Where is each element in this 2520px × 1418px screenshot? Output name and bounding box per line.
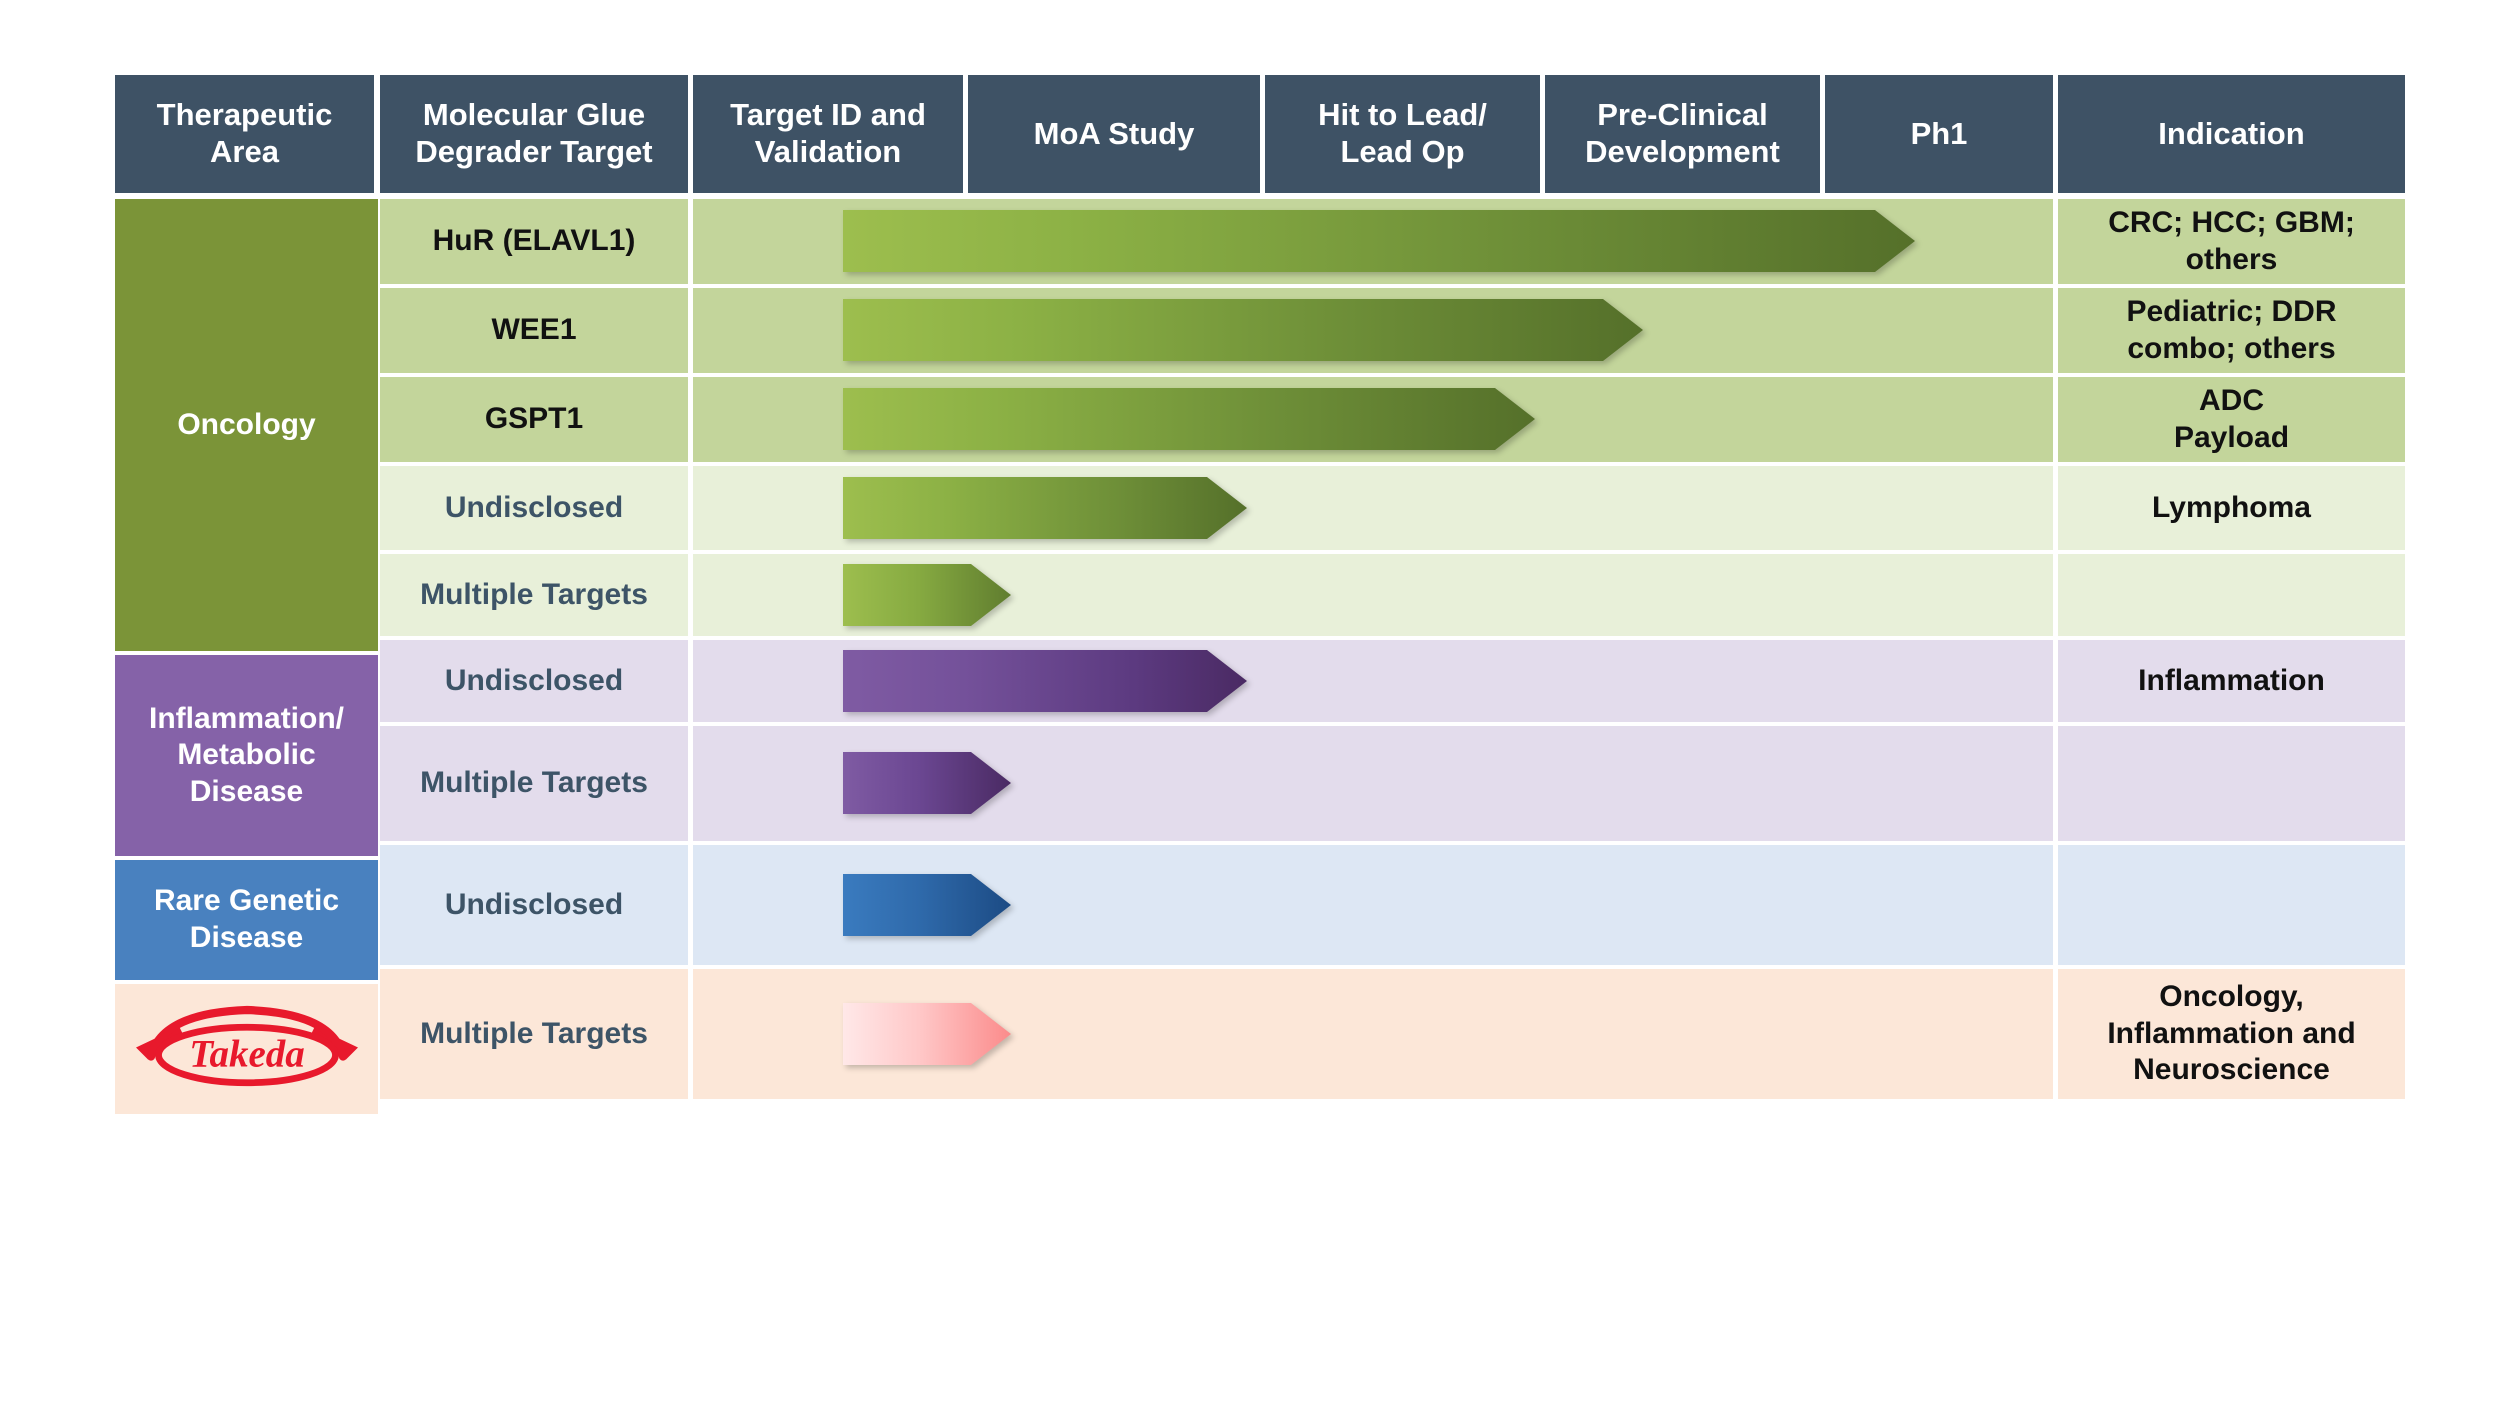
target-label: WEE1 — [491, 313, 577, 347]
header-line: Therapeutic — [156, 97, 333, 133]
indication-cell: ADC Payload — [2058, 377, 2405, 462]
progress-bar — [843, 874, 1011, 936]
progress-bar-container — [693, 726, 2053, 841]
header-line: Pre-Clinical — [1597, 97, 1768, 133]
target-label: Undisclosed — [444, 490, 624, 524]
header-line: Degrader Target — [415, 134, 653, 169]
progress-bar-container — [693, 640, 2053, 722]
stage-track-cell — [693, 726, 2053, 841]
header-line: Target ID and — [730, 97, 926, 133]
indication-cell — [2058, 554, 2405, 636]
progress-bar — [843, 650, 1247, 712]
table-row: Undisclosed Inflammation — [115, 640, 2405, 722]
progress-bar-container — [693, 288, 2053, 373]
header-indication: Indication — [2058, 75, 2405, 193]
target-label: GSPT1 — [484, 402, 584, 436]
progress-bar — [843, 477, 1247, 539]
indication-cell: Inflammation — [2058, 640, 2405, 722]
target-cell: Undisclosed — [380, 845, 688, 965]
target-label: HuR (ELAVL1) — [432, 224, 636, 258]
target-label: Multiple Targets — [420, 1016, 648, 1050]
target-cell: GSPT1 — [380, 377, 688, 462]
target-cell: Undisclosed — [380, 640, 688, 722]
stage-track-cell — [693, 845, 2053, 965]
indication-line: Payload — [2173, 420, 2290, 454]
table-row: Undisclosed — [115, 845, 2405, 965]
stage-track-cell — [693, 199, 2053, 284]
header-molecular-glue-target: Molecular Glue Degrader Target — [380, 75, 688, 193]
pipeline-table: Therapeutic Area Molecular Glue Degrader… — [115, 75, 2405, 1114]
indication-line: combo; others — [2127, 331, 2336, 365]
header-target-id-validation: Target ID and Validation — [693, 75, 963, 193]
indication-line: ADC — [2199, 383, 2264, 417]
indication-line: Inflammation and — [2107, 1016, 2356, 1050]
table-row: HuR (ELAVL1) CRC; HCC; GBM; others — [115, 199, 2405, 284]
target-label: Multiple Targets — [420, 577, 648, 611]
target-cell: Multiple Targets — [380, 969, 688, 1099]
header-preclinical-development: Pre-Clinical Development — [1545, 75, 1820, 193]
progress-bar — [843, 388, 1535, 450]
progress-bar-container — [693, 377, 2053, 462]
indication-line: Lymphoma — [2152, 490, 2311, 524]
indication-cell: Oncology, Inflammation and Neuroscience — [2058, 969, 2405, 1099]
indication-line: others — [2185, 242, 2278, 276]
header-line: Molecular Glue — [422, 97, 646, 133]
indication-line: CRC; HCC; GBM; — [2108, 205, 2355, 239]
pipeline-chart: Therapeutic Area Molecular Glue Degrader… — [0, 0, 2520, 1418]
indication-cell — [2058, 726, 2405, 841]
indication-line: Inflammation — [2138, 663, 2325, 697]
header-line: MoA Study — [1033, 115, 1195, 151]
table-row: Multiple Targets — [115, 554, 2405, 636]
target-label: Undisclosed — [444, 887, 624, 921]
table-row: Multiple Targets Oncology, Inflammation … — [115, 969, 2405, 1099]
table-header-row: Therapeutic Area Molecular Glue Degrader… — [115, 75, 2405, 193]
stage-track-cell — [693, 288, 2053, 373]
header-hit-to-lead: Hit to Lead/ Lead Op — [1265, 75, 1540, 193]
stage-track-cell — [693, 640, 2053, 722]
progress-bar — [843, 1003, 1011, 1065]
target-cell: Undisclosed — [380, 466, 688, 550]
header-line: Ph1 — [1910, 115, 1968, 151]
target-cell: WEE1 — [380, 288, 688, 373]
header-line: Development — [1585, 134, 1780, 169]
table-row: WEE1 Pediatric; DDR combo; others — [115, 288, 2405, 373]
progress-bar-container — [693, 845, 2053, 965]
header-line: Area — [210, 134, 279, 169]
header-ph1: Ph1 — [1825, 75, 2053, 193]
progress-bar-container — [693, 554, 2053, 636]
table-row: Undisclosed Lymphoma — [115, 466, 2405, 550]
stage-track-cell — [693, 377, 2053, 462]
indication-cell: Lymphoma — [2058, 466, 2405, 550]
table-body: Oncology Inflammation/ Metabolic Disease… — [115, 199, 2405, 1114]
progress-bar — [843, 564, 1011, 626]
header-line: Hit to Lead/ — [1318, 97, 1487, 133]
indication-line: Neuroscience — [2133, 1053, 2330, 1087]
header-line: Validation — [754, 134, 902, 169]
progress-bar — [843, 752, 1011, 814]
indication-cell: Pediatric; DDR combo; others — [2058, 288, 2405, 373]
indication-line: Pediatric; DDR — [2126, 294, 2337, 328]
progress-bar-container — [693, 199, 2053, 284]
progress-bar — [843, 210, 1915, 272]
stage-track-cell — [693, 466, 2053, 550]
header-line: Lead Op — [1340, 134, 1465, 169]
target-label: Undisclosed — [444, 663, 624, 697]
progress-bar-container — [693, 969, 2053, 1099]
stage-track-cell — [693, 969, 2053, 1099]
indication-cell — [2058, 845, 2405, 965]
progress-bar-container — [693, 466, 2053, 550]
table-row: GSPT1 ADC Payload — [115, 377, 2405, 462]
header-line: Indication — [2158, 115, 2305, 151]
progress-bar — [843, 299, 1643, 361]
indication-cell: CRC; HCC; GBM; others — [2058, 199, 2405, 284]
header-therapeutic-area: Therapeutic Area — [115, 75, 374, 193]
target-cell: Multiple Targets — [380, 726, 688, 841]
target-cell: Multiple Targets — [380, 554, 688, 636]
header-moa-study: MoA Study — [968, 75, 1260, 193]
target-cell: HuR (ELAVL1) — [380, 199, 688, 284]
table-row: Multiple Targets — [115, 726, 2405, 841]
stage-track-cell — [693, 554, 2053, 636]
indication-line: Oncology, — [2159, 980, 2304, 1014]
target-label: Multiple Targets — [420, 766, 648, 800]
